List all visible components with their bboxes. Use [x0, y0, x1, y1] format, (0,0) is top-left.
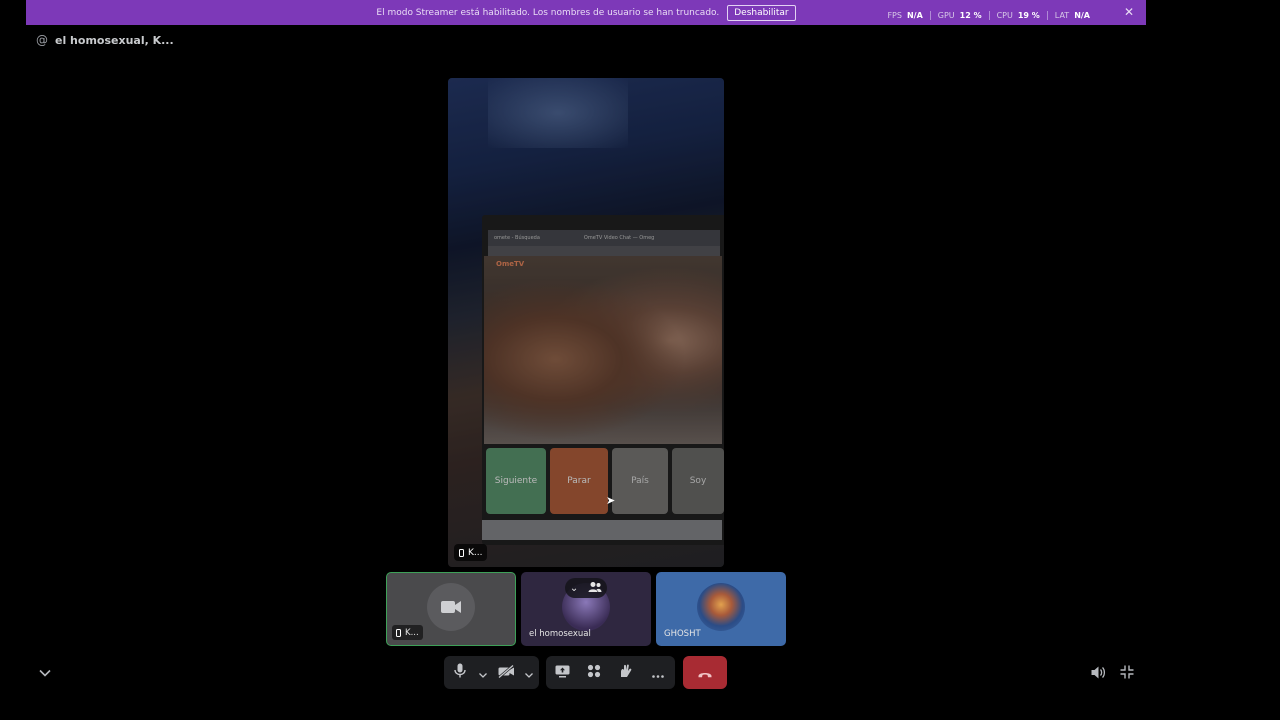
chevron-down-icon [525, 663, 533, 682]
stat-cpu-value: 19 % [1017, 11, 1040, 20]
stat-latency-label: LAT [1054, 11, 1070, 20]
stat-fps-value: N/A [906, 11, 923, 20]
at-icon: @ [36, 33, 48, 47]
channel-name: el homosexual, K... [55, 33, 174, 47]
disconnect-button[interactable] [683, 656, 727, 689]
phone-icon [459, 548, 464, 557]
main-stream-video[interactable]: omete - Búsqueda OmeTV Video Chat — Omeg… [448, 78, 724, 567]
stat-divider [988, 11, 990, 20]
activities-icon [587, 663, 601, 682]
stream-user-label: K... [468, 547, 483, 558]
performance-stats: FPS N/A GPU 12 % CPU 19 % LAT N/A [887, 11, 1090, 20]
stat-fps: FPS N/A [887, 11, 922, 20]
avatar [697, 583, 745, 631]
streamer-mode-message: El modo Streamer está habilitado. Los no… [376, 7, 720, 18]
more-options-button[interactable] [642, 656, 674, 689]
tile-options[interactable]: ⌄ [565, 578, 607, 598]
exit-fullscreen-icon [1120, 664, 1134, 683]
stat-divider [1046, 11, 1048, 20]
stat-latency-value: N/A [1074, 11, 1090, 20]
stat-divider [929, 11, 931, 20]
chevron-down-icon [479, 663, 487, 682]
participant-name: K... [405, 627, 419, 638]
stat-cpu-label: CPU [996, 11, 1013, 20]
chevron-down-icon[interactable]: ⌄ [570, 583, 578, 594]
microphone-button[interactable] [444, 656, 476, 689]
soundboard-button[interactable] [610, 656, 642, 689]
stat-fps-label: FPS [887, 11, 902, 20]
activities-button[interactable] [578, 656, 610, 689]
exit-fullscreen-button[interactable] [1118, 664, 1136, 682]
microphone-options-button[interactable] [476, 656, 490, 689]
soundboard-icon [619, 663, 634, 682]
participant-label: K... [392, 625, 423, 640]
channel-header: @ el homosexual, K... [36, 33, 174, 47]
camera-options-button[interactable] [522, 656, 536, 689]
participant-tile-ghosht[interactable]: GHOSHT [656, 572, 786, 646]
activity-controls [546, 656, 675, 689]
stat-latency: LAT N/A [1055, 11, 1090, 20]
disable-streamer-mode-button[interactable]: Deshabilitar [727, 4, 796, 21]
stat-gpu-value: 12 % [959, 11, 982, 20]
chevron-down-icon[interactable] [36, 664, 54, 682]
screen-share-icon [555, 663, 570, 682]
camera-off-icon [497, 663, 515, 682]
video-camera-icon [427, 583, 475, 631]
participant-name: GHOSHT [664, 628, 701, 639]
stat-cpu: CPU 19 % [997, 11, 1040, 20]
streamer-mode-banner: El modo Streamer está habilitado. Los no… [26, 0, 1146, 25]
participant-tile-el-homosexual[interactable]: ⌄ el homosexual [521, 572, 651, 646]
phone-icon [396, 628, 401, 637]
camera-button[interactable] [490, 656, 522, 689]
participant-tile-k[interactable]: K... [386, 572, 516, 646]
stream-dim-overlay [448, 78, 724, 567]
people-icon[interactable] [588, 581, 602, 596]
cursor-icon: ➤ [606, 494, 616, 507]
participant-label: GHOSHT [660, 626, 705, 641]
close-icon[interactable]: ✕ [1124, 5, 1134, 19]
more-icon [652, 663, 664, 682]
volume-icon [1091, 664, 1106, 683]
stat-gpu-label: GPU [937, 11, 955, 20]
volume-button[interactable] [1089, 664, 1107, 682]
microphone-icon [454, 663, 466, 682]
participant-label: el homosexual [525, 626, 595, 641]
participant-name: el homosexual [529, 628, 591, 639]
screen-share-button[interactable] [546, 656, 578, 689]
stream-user-tag: K... [454, 544, 488, 561]
hangup-icon [698, 663, 712, 682]
stat-gpu: GPU 12 % [938, 11, 982, 20]
audio-video-controls [444, 656, 539, 689]
